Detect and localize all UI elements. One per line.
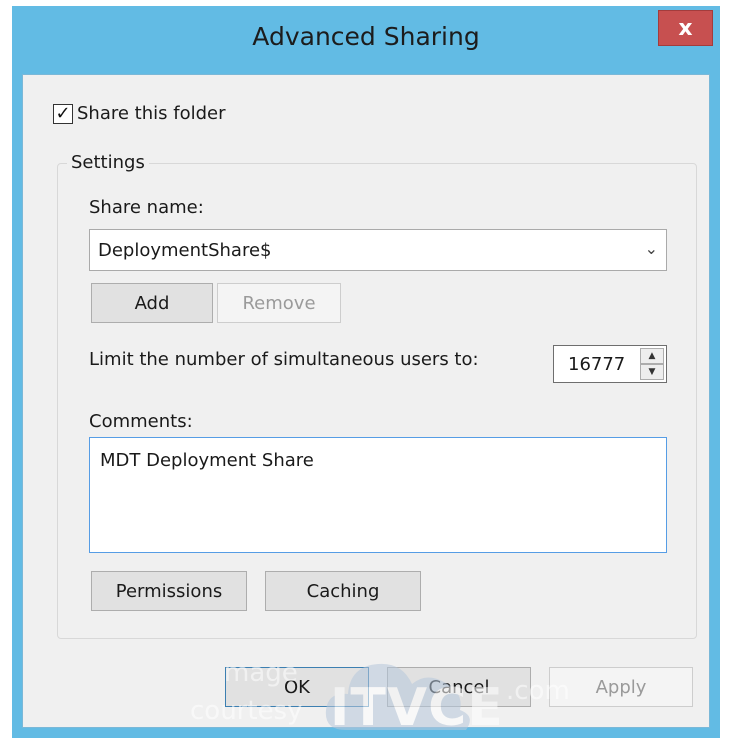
comments-textarea[interactable]: MDT Deployment Share: [89, 437, 667, 553]
share-folder-checkbox[interactable]: ✓: [53, 103, 73, 124]
spin-down-icon[interactable]: ▼: [640, 364, 664, 380]
title-bar[interactable]: Advanced Sharing x: [12, 6, 720, 74]
ok-button[interactable]: OK: [225, 667, 369, 707]
user-limit-value[interactable]: 16777: [568, 354, 625, 375]
close-button[interactable]: x: [658, 10, 713, 46]
settings-group-title: Settings: [67, 152, 149, 173]
cancel-button[interactable]: Cancel: [387, 667, 531, 707]
share-name-label: Share name:: [89, 197, 204, 218]
comments-value[interactable]: MDT Deployment Share: [100, 450, 314, 471]
add-button[interactable]: Add: [91, 283, 213, 323]
spin-up-icon[interactable]: ▲: [640, 348, 664, 364]
share-name-combobox[interactable]: DeploymentShare$ ⌄: [89, 229, 667, 271]
share-folder-row[interactable]: ✓ Share this folder: [53, 103, 225, 124]
permissions-button[interactable]: Permissions: [91, 571, 247, 611]
advanced-sharing-window: Advanced Sharing x ✓ Share this folder S…: [12, 6, 720, 738]
dialog-body: ✓ Share this folder Settings Share name:…: [22, 74, 710, 728]
apply-button[interactable]: Apply: [549, 667, 693, 707]
share-name-value[interactable]: DeploymentShare$: [98, 240, 272, 261]
caching-button[interactable]: Caching: [265, 571, 421, 611]
share-folder-label[interactable]: Share this folder: [77, 103, 225, 124]
remove-button[interactable]: Remove: [217, 283, 341, 323]
user-limit-label: Limit the number of simultaneous users t…: [89, 349, 479, 370]
comments-label: Comments:: [89, 411, 193, 432]
user-limit-spinbox[interactable]: 16777 ▲ ▼: [553, 345, 667, 383]
chevron-down-icon[interactable]: ⌄: [645, 239, 658, 258]
window-title: Advanced Sharing: [252, 22, 480, 51]
